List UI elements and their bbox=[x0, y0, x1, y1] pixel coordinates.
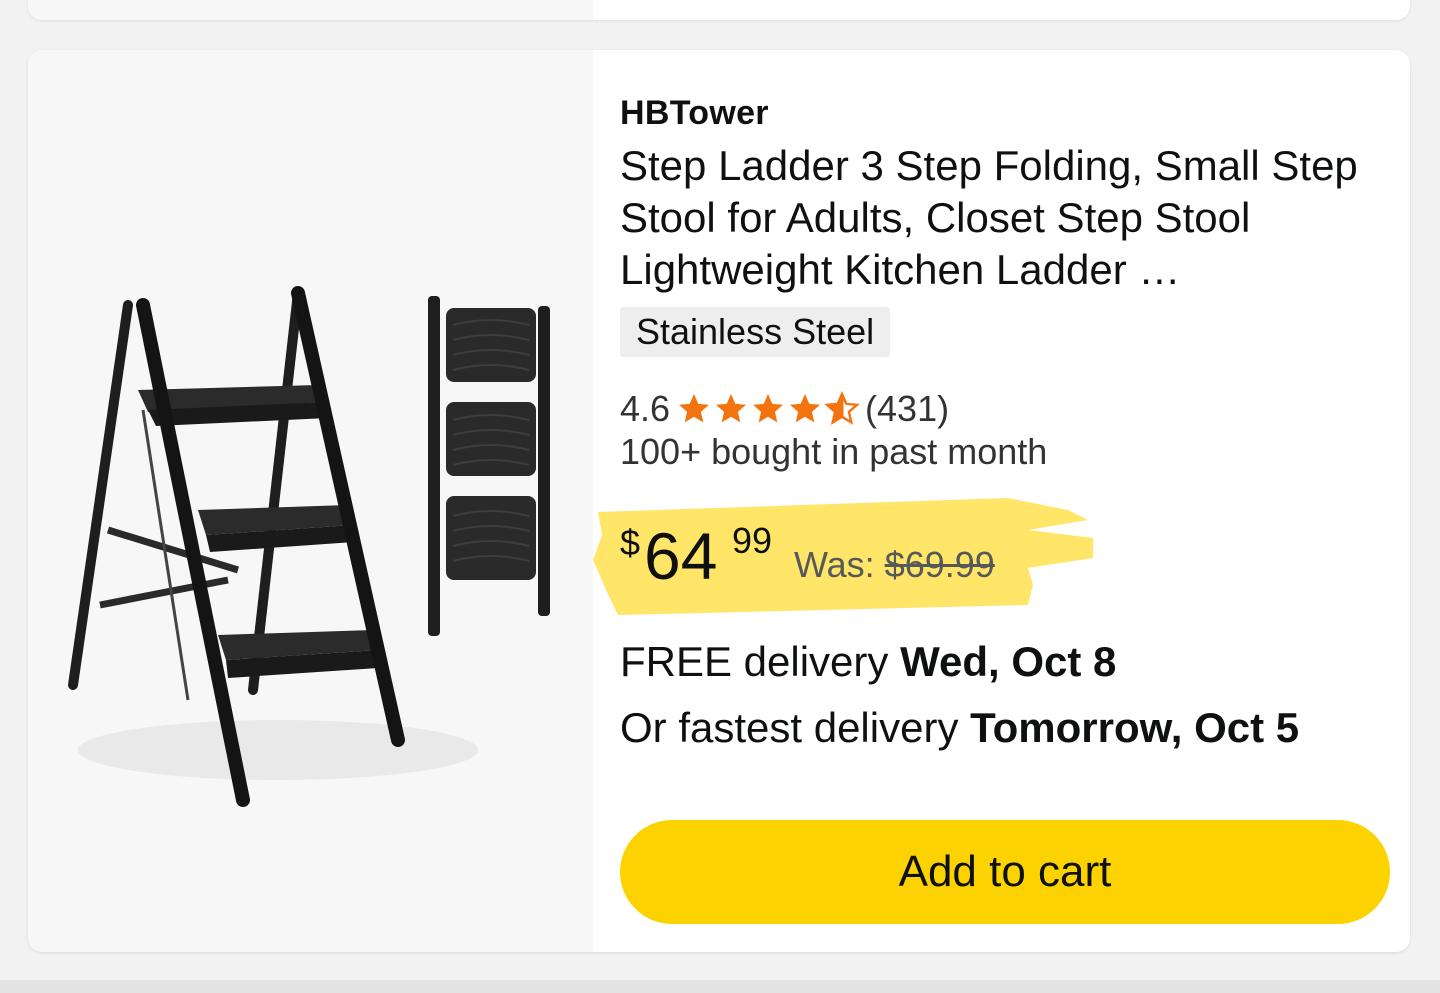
fastest-delivery-date: Tomorrow, Oct 5 bbox=[970, 704, 1300, 751]
fastest-delivery-prefix: Or fastest delivery bbox=[620, 704, 971, 751]
free-delivery-date: Wed, Oct 8 bbox=[900, 638, 1117, 685]
was-label: Was: bbox=[794, 544, 875, 585]
previous-product-image-pane bbox=[28, 0, 593, 20]
price-currency: $ bbox=[620, 522, 641, 563]
rating-count[interactable]: (431) bbox=[865, 388, 949, 430]
bought-count: 100+ bought in past month bbox=[620, 431, 1048, 472]
was-price-value: $69.99 bbox=[884, 544, 995, 585]
rating-row[interactable]: 4.6 (431) bbox=[620, 387, 949, 431]
free-delivery-prefix: FREE delivery bbox=[620, 638, 901, 685]
product-image[interactable] bbox=[28, 50, 593, 952]
add-to-cart-button[interactable]: Add to cart bbox=[620, 820, 1390, 924]
star-full-icon bbox=[790, 394, 821, 423]
step-ladder-image bbox=[68, 286, 550, 807]
free-delivery: FREE delivery Wed, Oct 8 bbox=[620, 638, 1116, 686]
star-full-icon bbox=[753, 394, 784, 423]
rating-value: 4.6 bbox=[620, 388, 671, 429]
star-full-icon bbox=[716, 394, 747, 423]
star-half-icon bbox=[824, 391, 860, 425]
product-info: HBTower Step Ladder 3 Step Folding, Smal… bbox=[593, 50, 1400, 952]
previous-product-card bbox=[28, 0, 1410, 20]
product-brand: HBTower bbox=[620, 94, 769, 132]
star-full-icon bbox=[679, 394, 710, 423]
was-price: Was: $69.99 bbox=[794, 544, 995, 586]
price-fraction: 99 bbox=[732, 520, 773, 561]
variant-badge: Stainless Steel bbox=[620, 307, 891, 357]
fastest-delivery: Or fastest delivery Tomorrow, Oct 5 bbox=[620, 704, 1299, 752]
next-card-edge bbox=[0, 980, 1440, 993]
price-whole: 64 bbox=[644, 519, 718, 593]
product-card[interactable]: HBTower Step Ladder 3 Step Folding, Smal… bbox=[28, 50, 1410, 952]
star-rating bbox=[676, 391, 861, 427]
product-title[interactable]: Step Ladder 3 Step Folding, Small Step S… bbox=[620, 140, 1380, 296]
